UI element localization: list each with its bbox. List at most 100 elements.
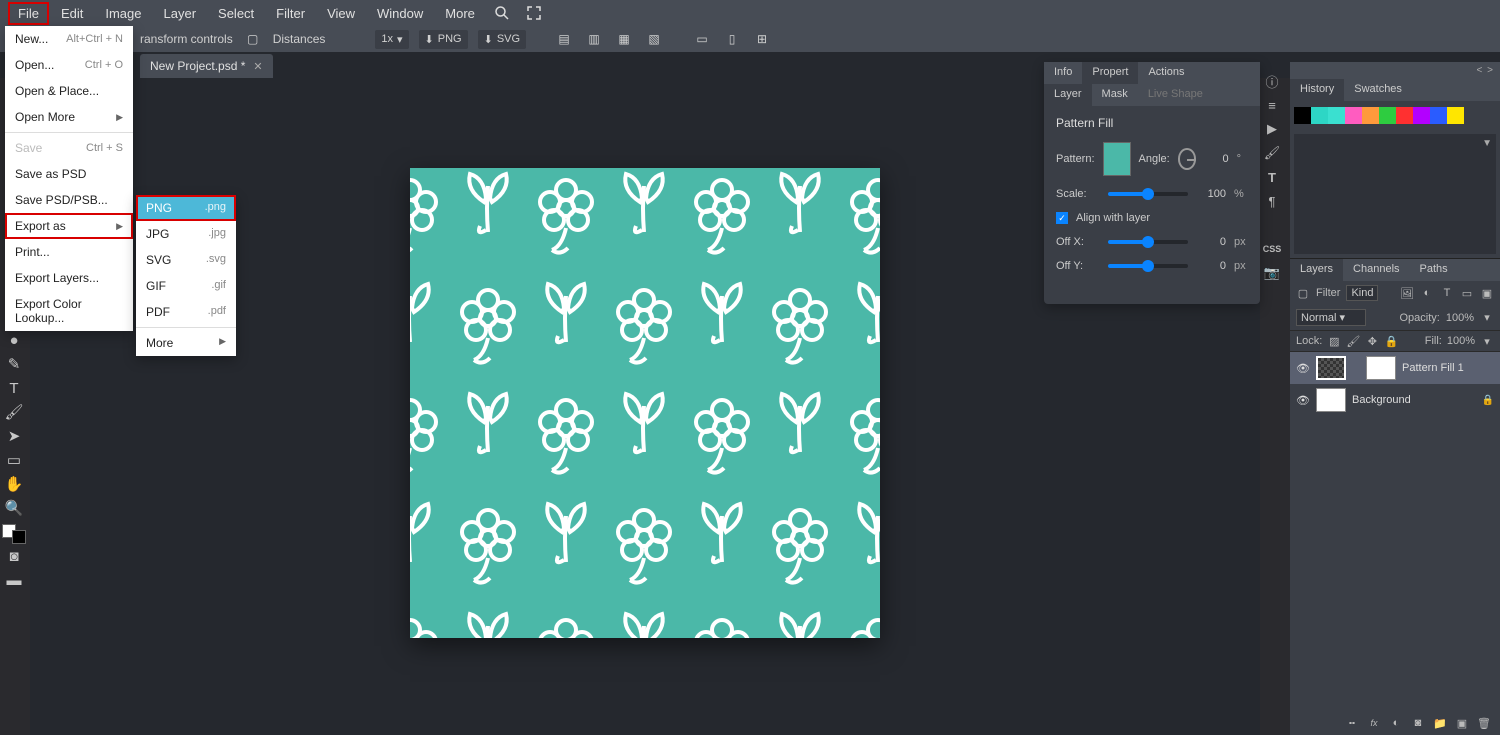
css-icon[interactable]: CSS	[1263, 240, 1281, 258]
align-center-icon[interactable]: ▥	[584, 29, 604, 49]
export-more[interactable]: More▶	[136, 330, 236, 356]
swatch-color[interactable]	[1413, 107, 1430, 124]
info-icon[interactable]: ⓘ	[1263, 72, 1281, 90]
opacity-value[interactable]: 100%	[1446, 312, 1474, 324]
rectangle-tool-icon[interactable]: ▭	[0, 448, 28, 472]
filter-type-icon[interactable]: T	[1440, 286, 1454, 300]
canvas[interactable]	[410, 168, 880, 638]
file-save-psd-psb[interactable]: Save PSD/PSB...	[5, 187, 133, 213]
chevron-down-icon[interactable]: ▼	[1482, 138, 1492, 149]
filter-image-icon[interactable]: 🖼	[1400, 286, 1414, 300]
lock-position-icon[interactable]: ✥	[1365, 334, 1379, 348]
file-export-as[interactable]: Export as▶	[5, 213, 133, 239]
brush-panel-icon[interactable]: 🖌	[1263, 144, 1281, 162]
delete-icon[interactable]: 🗑	[1476, 715, 1492, 731]
filter-adjust-icon[interactable]: ◐	[1420, 286, 1434, 300]
menu-window[interactable]: Window	[367, 2, 433, 25]
new-layer-icon[interactable]: ▣	[1454, 715, 1470, 731]
brush-tool-icon[interactable]: 🖌	[0, 400, 28, 424]
swatch-color[interactable]	[1328, 107, 1345, 124]
file-print[interactable]: Print...	[5, 239, 133, 265]
folder-icon[interactable]: 📁	[1432, 715, 1448, 731]
chevron-down-icon[interactable]: ▾	[1480, 334, 1494, 348]
actions-icon[interactable]: ▶	[1263, 120, 1281, 138]
close-tab-icon[interactable]: ✕	[253, 60, 262, 73]
swatch-color[interactable]	[1379, 107, 1396, 124]
visibility-icon[interactable]: 👁	[1296, 362, 1310, 375]
export-png-button[interactable]: ⬇ PNG	[419, 30, 468, 49]
tab-channels[interactable]: Channels	[1343, 259, 1409, 281]
file-open-place[interactable]: Open & Place...	[5, 78, 133, 104]
tab-properties[interactable]: Propert	[1082, 62, 1138, 84]
zoom-selector[interactable]: 1x▾	[375, 30, 408, 49]
layer-name[interactable]: Background	[1352, 394, 1411, 406]
subtab-layer[interactable]: Layer	[1044, 84, 1092, 106]
camera-icon[interactable]: 📷	[1263, 264, 1281, 282]
swatch-color[interactable]	[1345, 107, 1362, 124]
swatch-color[interactable]	[1311, 107, 1328, 124]
fill-value[interactable]: 100%	[1447, 335, 1475, 347]
chevron-down-icon[interactable]: ▾	[1480, 311, 1494, 325]
layer-name[interactable]: Pattern Fill 1	[1402, 362, 1464, 374]
blend-mode-select[interactable]: Normal ▾	[1296, 309, 1366, 326]
color-swatch[interactable]	[0, 524, 28, 544]
offx-slider[interactable]	[1108, 240, 1188, 244]
scale-value[interactable]: 100	[1196, 188, 1226, 200]
align-right-icon[interactable]: ▦	[614, 29, 634, 49]
tab-layers[interactable]: Layers	[1290, 259, 1343, 281]
quickmask-icon[interactable]: ◙	[0, 544, 28, 568]
character-icon[interactable]: T	[1263, 168, 1281, 186]
export-jpg[interactable]: JPG.jpg	[136, 221, 236, 247]
export-pdf[interactable]: PDF.pdf	[136, 299, 236, 325]
link-layers-icon[interactable]: ⬝⬝	[1344, 715, 1360, 731]
fx-icon[interactable]: fx	[1366, 715, 1382, 731]
spacing-icon[interactable]: ⊞	[752, 29, 772, 49]
tab-swatches[interactable]: Swatches	[1344, 79, 1412, 101]
kind-select[interactable]: Kind	[1346, 285, 1378, 301]
menu-layer[interactable]: Layer	[154, 2, 207, 25]
file-new[interactable]: New...Alt+Ctrl + N	[5, 26, 133, 52]
visibility-icon[interactable]: 👁	[1296, 394, 1310, 407]
subtab-mask[interactable]: Mask	[1092, 84, 1138, 106]
align-left-icon[interactable]: ▤	[554, 29, 574, 49]
offy-value[interactable]: 0	[1196, 260, 1226, 272]
offx-value[interactable]: 0	[1196, 236, 1226, 248]
menu-more[interactable]: More	[435, 2, 485, 25]
history-list[interactable]: ▼	[1294, 134, 1496, 254]
swatch-color[interactable]	[1447, 107, 1464, 124]
swatch-color[interactable]	[1294, 107, 1311, 124]
tab-actions[interactable]: Actions	[1138, 62, 1194, 84]
paragraph-icon[interactable]: ¶	[1263, 192, 1281, 210]
document-tab[interactable]: New Project.psd * ✕	[140, 54, 273, 78]
properties-icon[interactable]: ≡	[1263, 96, 1281, 114]
pen-tool-icon[interactable]: ✎	[0, 352, 28, 376]
export-svg-button[interactable]: ⬇ SVG	[478, 30, 526, 49]
tab-paths[interactable]: Paths	[1410, 259, 1458, 281]
menu-filter[interactable]: Filter	[266, 2, 315, 25]
swatch-color[interactable]	[1396, 107, 1413, 124]
blur-tool-icon[interactable]: ●	[0, 328, 28, 352]
scale-slider[interactable]	[1108, 192, 1188, 196]
export-png[interactable]: PNG.png	[136, 195, 236, 221]
menu-select[interactable]: Select	[208, 2, 264, 25]
align-more-icon[interactable]: ▧	[644, 29, 664, 49]
screenmode-icon[interactable]: ▬	[0, 568, 28, 592]
layer-background[interactable]: 👁 Background 🔒	[1290, 384, 1500, 416]
tab-info[interactable]: Info	[1044, 62, 1082, 84]
layer-thumb[interactable]	[1316, 356, 1346, 380]
layer-pattern-fill[interactable]: 👁 Pattern Fill 1	[1290, 352, 1500, 384]
distances-checkbox[interactable]: ▢	[243, 29, 263, 49]
filter-shape-icon[interactable]: ▭	[1460, 286, 1474, 300]
file-export-color-lookup[interactable]: Export Color Lookup...	[5, 291, 133, 331]
search-icon[interactable]	[491, 2, 513, 24]
lock-all-icon[interactable]: 🔒	[1384, 334, 1398, 348]
path-select-tool-icon[interactable]: ➤	[0, 424, 28, 448]
angle-value[interactable]: 0	[1204, 153, 1228, 165]
angle-dial[interactable]	[1178, 148, 1197, 170]
swatch-color[interactable]	[1362, 107, 1379, 124]
export-gif[interactable]: GIF.gif	[136, 273, 236, 299]
file-export-layers[interactable]: Export Layers...	[5, 265, 133, 291]
layer-thumb[interactable]	[1316, 388, 1346, 412]
adjustment-icon[interactable]: ◐	[1388, 715, 1404, 731]
file-save-psd[interactable]: Save as PSD	[5, 161, 133, 187]
